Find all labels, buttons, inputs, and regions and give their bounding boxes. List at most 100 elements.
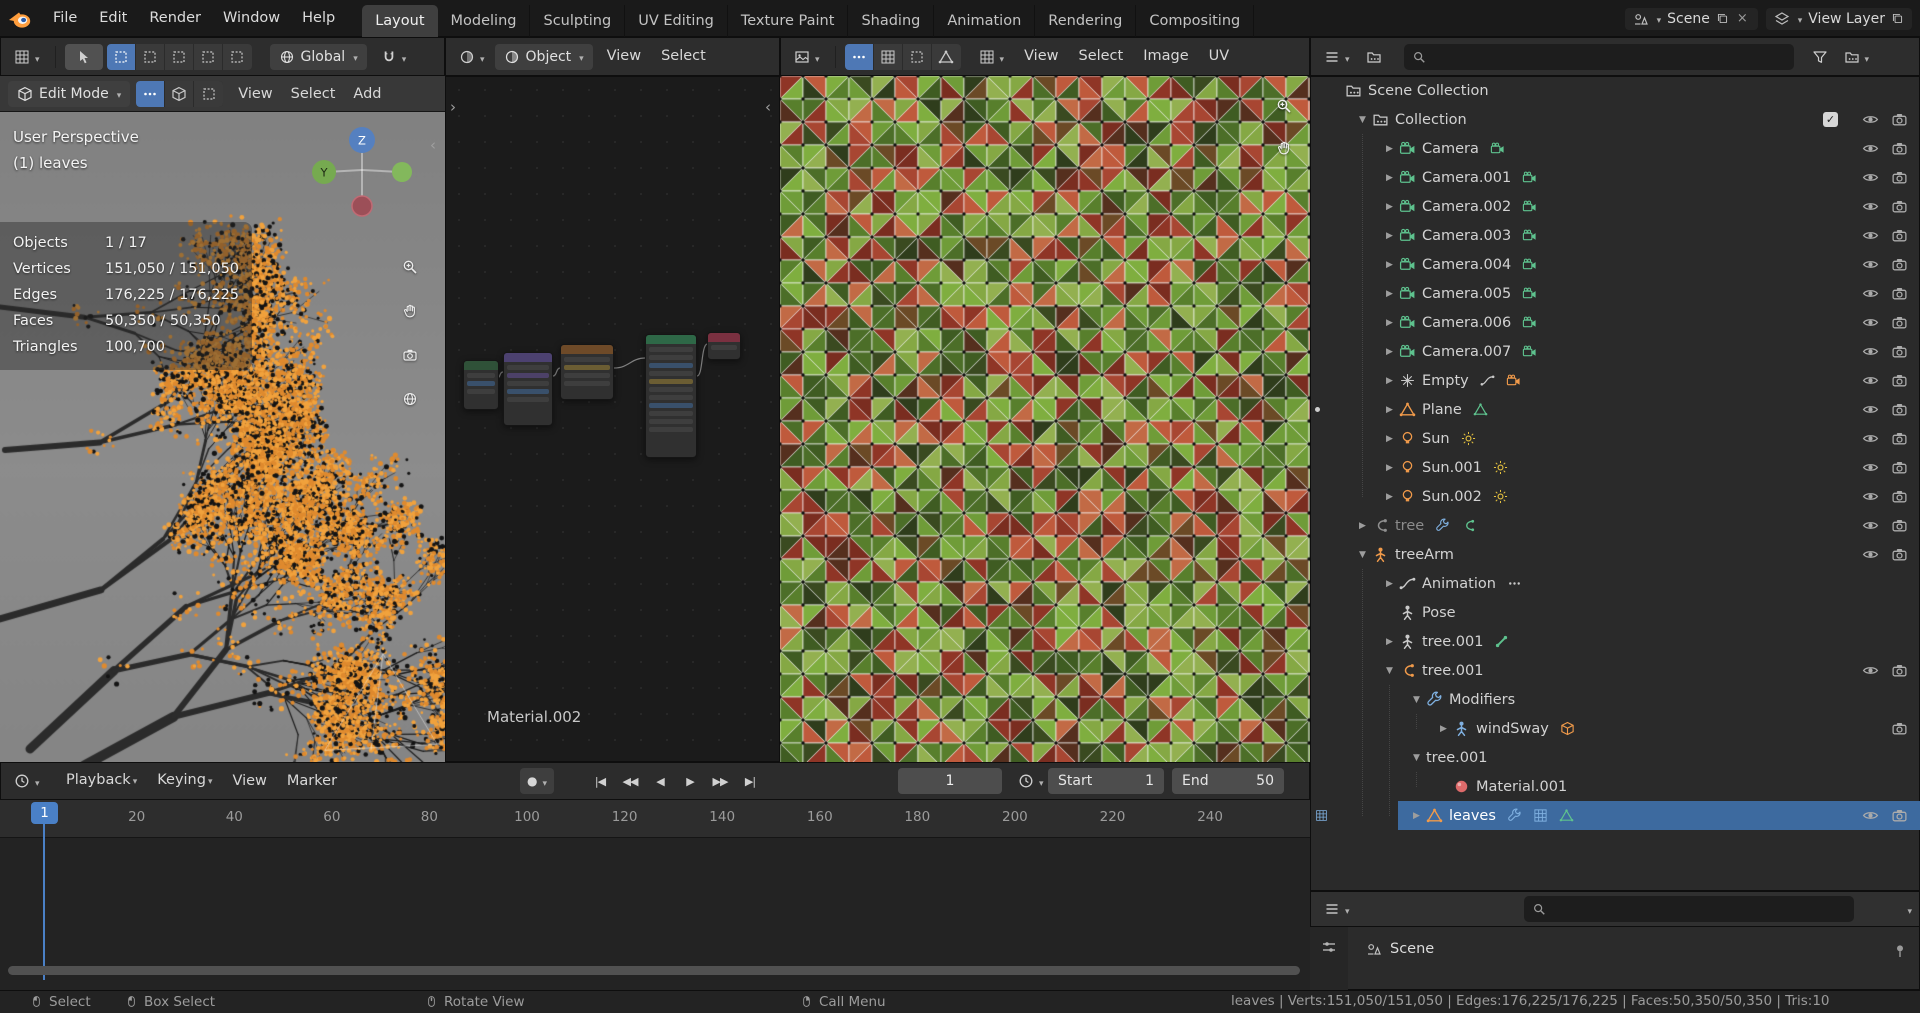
disclosure-closed-icon[interactable]: ▶ bbox=[1380, 289, 1399, 299]
viewport-menu-select[interactable]: Select bbox=[282, 76, 345, 112]
outliner-row-camera-005[interactable]: ▶ Camera.005 bbox=[1310, 279, 1920, 308]
outliner-filter-button[interactable] bbox=[1806, 44, 1834, 70]
active-tool-button[interactable] bbox=[64, 43, 103, 70]
editor-type-button-timeline[interactable] bbox=[8, 768, 46, 794]
orientation-dropdown[interactable]: Global bbox=[269, 43, 367, 70]
disable-in-render-toggle[interactable] bbox=[1891, 198, 1908, 215]
timeline-menu-marker[interactable]: Marker bbox=[277, 762, 347, 800]
shader-node[interactable] bbox=[707, 332, 741, 360]
pin-icon[interactable] bbox=[1892, 943, 1908, 959]
timeline-menu-playback[interactable]: Playback bbox=[56, 761, 147, 801]
menu-help[interactable]: Help bbox=[291, 0, 346, 37]
zoom-icon[interactable] bbox=[402, 259, 418, 275]
shader-editor[interactable]: Material.002 › ‹ bbox=[445, 76, 780, 762]
timeline-menu-view[interactable]: View bbox=[222, 762, 276, 800]
new-collection-button[interactable] bbox=[1838, 44, 1876, 70]
disclosure-closed-icon[interactable]: ▶ bbox=[1380, 637, 1399, 647]
hide-in-viewport-toggle[interactable] bbox=[1862, 401, 1879, 418]
zoom-icon[interactable] bbox=[1276, 98, 1292, 114]
outliner-row-camera-001[interactable]: ▶ Camera.001 bbox=[1310, 163, 1920, 192]
outliner-row-pose[interactable]: Pose bbox=[1310, 598, 1920, 627]
outliner-row-windsway[interactable]: ▶ windSway bbox=[1310, 714, 1920, 743]
shader-menu-select[interactable]: Select bbox=[651, 37, 716, 76]
uv-select-vertex[interactable] bbox=[844, 43, 874, 70]
jump-to-next-keyframe-button[interactable]: ▶▶ bbox=[705, 768, 735, 794]
outliner-row-collection[interactable]: ▼ Collection ✓ bbox=[1310, 105, 1920, 134]
workspace-tab-shading[interactable]: Shading bbox=[848, 5, 935, 37]
uv-menu-uv[interactable]: UV bbox=[1199, 37, 1240, 76]
disable-in-render-toggle[interactable] bbox=[1891, 517, 1908, 534]
hide-in-viewport-toggle[interactable] bbox=[1862, 227, 1879, 244]
viewport-3d[interactable]: Edit Mode ViewSelectAdd User Perspective… bbox=[0, 76, 445, 762]
hide-in-viewport-toggle[interactable] bbox=[1862, 546, 1879, 563]
outliner-row-camera-002[interactable]: ▶ Camera.002 bbox=[1310, 192, 1920, 221]
disclosure-closed-icon[interactable]: ▶ bbox=[1407, 811, 1426, 821]
outliner-row-treearm[interactable]: ▼ treeArm bbox=[1310, 540, 1920, 569]
disclosure-open-icon[interactable]: ▼ bbox=[1353, 115, 1372, 125]
shader-menu-view[interactable]: View bbox=[597, 37, 651, 76]
timeline-menu-keying[interactable]: Keying bbox=[147, 761, 222, 801]
outliner-search-field[interactable] bbox=[1403, 43, 1794, 70]
outliner-row-camera-006[interactable]: ▶ Camera.006 bbox=[1310, 308, 1920, 337]
disclosure-closed-icon[interactable]: ▶ bbox=[1380, 579, 1399, 589]
editor-type-button-shader[interactable] bbox=[453, 44, 491, 70]
shader-node[interactable] bbox=[463, 360, 499, 410]
current-frame-badge[interactable]: 1 bbox=[31, 802, 58, 824]
disclosure-closed-icon[interactable]: ▶ bbox=[1380, 492, 1399, 502]
disable-in-render-toggle[interactable] bbox=[1891, 343, 1908, 360]
timeline-ruler[interactable]: 20 40 60 80 100 120 140 160 180 200 220 240 1 bbox=[0, 800, 1310, 838]
disable-in-render-toggle[interactable] bbox=[1891, 285, 1908, 302]
workspace-tab-rendering[interactable]: Rendering bbox=[1035, 5, 1137, 37]
disclosure-open-icon[interactable]: ▼ bbox=[1407, 695, 1426, 705]
disclosure-closed-icon[interactable]: ▶ bbox=[1380, 260, 1399, 270]
disable-in-render-toggle[interactable] bbox=[1891, 720, 1908, 737]
shader-node[interactable] bbox=[645, 334, 697, 458]
move-view-hand-icon[interactable] bbox=[402, 303, 418, 319]
camera-view-icon[interactable] bbox=[402, 347, 418, 363]
properties-options-caret[interactable] bbox=[1905, 900, 1912, 918]
menu-edit[interactable]: Edit bbox=[88, 0, 138, 37]
hide-in-viewport-toggle[interactable] bbox=[1862, 140, 1879, 157]
disable-in-render-toggle[interactable] bbox=[1891, 227, 1908, 244]
workspace-tab-modeling[interactable]: Modeling bbox=[438, 5, 531, 37]
properties-editor[interactable]: Scene bbox=[1310, 891, 1920, 990]
hide-in-viewport-toggle[interactable] bbox=[1862, 343, 1879, 360]
toolbar-expand-chevron[interactable]: › bbox=[450, 98, 456, 116]
menu-render[interactable]: Render bbox=[138, 0, 212, 37]
move-view-hand-icon[interactable] bbox=[1276, 140, 1292, 156]
workspace-tab-compositing[interactable]: Compositing bbox=[1136, 5, 1255, 37]
mode-dropdown[interactable]: Edit Mode bbox=[8, 81, 131, 107]
disclosure-closed-icon[interactable]: ▶ bbox=[1380, 376, 1399, 386]
workspace-tab-animation[interactable]: Animation bbox=[934, 5, 1036, 37]
disclosure-closed-icon[interactable]: ▶ bbox=[1380, 144, 1399, 154]
hide-in-viewport-toggle[interactable] bbox=[1862, 517, 1879, 534]
new-scene-icon[interactable] bbox=[1716, 12, 1729, 25]
outliner-row-sun-001[interactable]: ▶ Sun.001 bbox=[1310, 453, 1920, 482]
hide-in-viewport-toggle[interactable] bbox=[1862, 459, 1879, 476]
workspace-tab-layout[interactable]: Layout bbox=[362, 5, 438, 37]
outliner-row-empty[interactable]: ▶ Empty bbox=[1310, 366, 1920, 395]
disclosure-closed-icon[interactable]: ▶ bbox=[1380, 347, 1399, 357]
outliner-row-sun-002[interactable]: ▶ Sun.002 bbox=[1310, 482, 1920, 511]
current-frame-field[interactable]: 1 bbox=[898, 768, 1002, 794]
collection-checkbox[interactable]: ✓ bbox=[1823, 112, 1838, 127]
disclosure-closed-icon[interactable]: ▶ bbox=[1380, 463, 1399, 473]
disable-in-render-toggle[interactable] bbox=[1891, 430, 1908, 447]
view-layer-selector[interactable]: View Layer bbox=[1765, 7, 1912, 30]
workspace-tab-sculpting[interactable]: Sculpting bbox=[530, 5, 626, 37]
hide-in-viewport-toggle[interactable] bbox=[1862, 807, 1879, 824]
timeline[interactable]: PlaybackKeyingViewMarker ● |◀◀◀◀▶▶▶▶| 1 … bbox=[0, 762, 1310, 990]
playhead-line[interactable] bbox=[43, 822, 45, 980]
editor-type-button-uv[interactable] bbox=[788, 44, 826, 70]
outliner-row-leaves[interactable]: ▶ leaves bbox=[1310, 801, 1920, 830]
uv-canvas[interactable] bbox=[780, 76, 1310, 762]
select-mode-extra[interactable] bbox=[222, 43, 252, 70]
editor-type-button-viewport[interactable] bbox=[8, 44, 46, 70]
outliner-row-plane[interactable]: ▶ Plane bbox=[1310, 395, 1920, 424]
outliner-row-scene-collection[interactable]: Scene Collection bbox=[1310, 76, 1920, 105]
outliner-row-tree-001[interactable]: ▶ tree.001 bbox=[1310, 627, 1920, 656]
sidebar-collapse-chevron[interactable]: ‹ bbox=[430, 136, 436, 154]
outliner-row-camera[interactable]: ▶ Camera bbox=[1310, 134, 1920, 163]
outliner-row-tree[interactable]: ▶ tree bbox=[1310, 511, 1920, 540]
outliner-row-camera-004[interactable]: ▶ Camera.004 bbox=[1310, 250, 1920, 279]
